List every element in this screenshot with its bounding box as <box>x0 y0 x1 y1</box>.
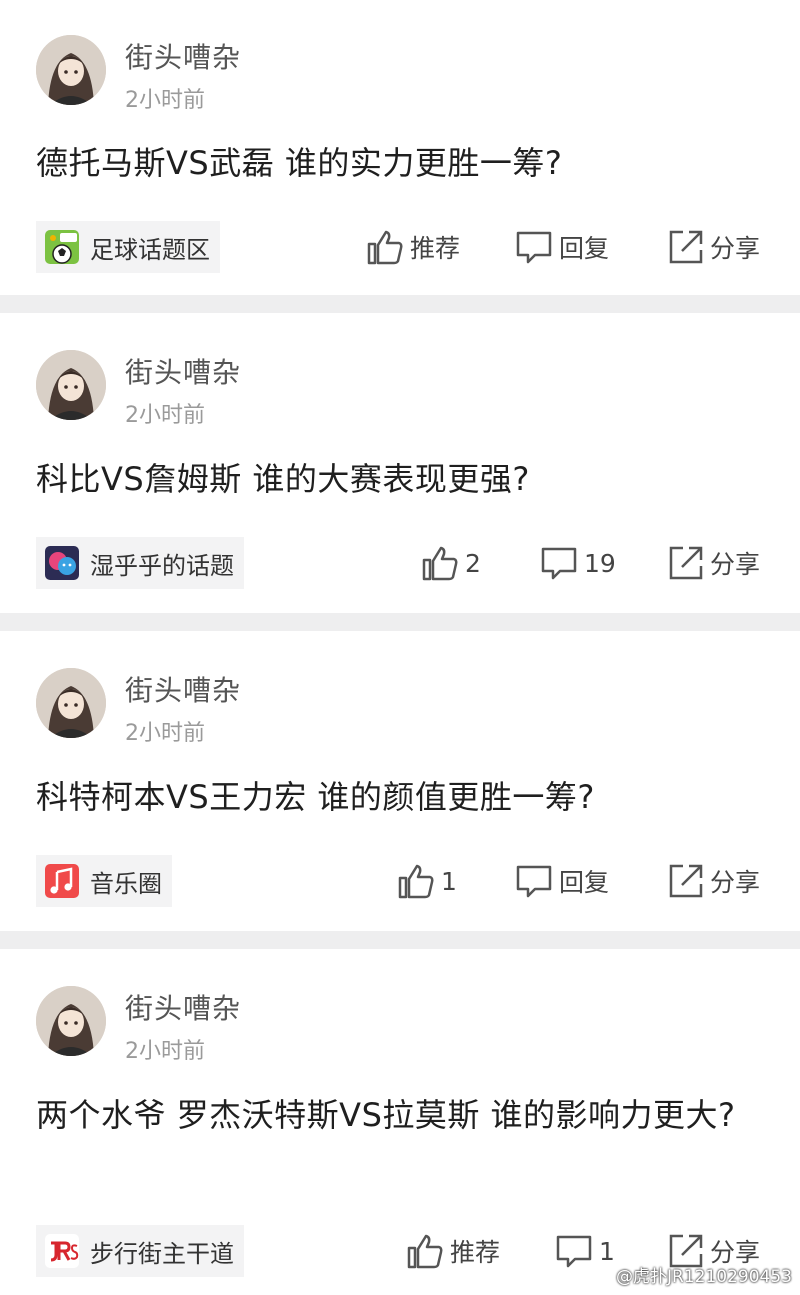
share-icon <box>669 864 703 898</box>
username[interactable]: 街头嘈杂 <box>125 351 241 391</box>
post-time: 2小时前 <box>125 403 205 428</box>
reply-button[interactable]: 1 <box>555 1229 615 1273</box>
music-note-icon <box>45 864 79 898</box>
share-button[interactable]: 分享 <box>668 541 760 585</box>
topic-tag-label: 湿乎乎的话题 <box>90 551 234 580</box>
recommend-label: 推荐 <box>450 1238 501 1267</box>
username[interactable]: 街头嘈杂 <box>125 36 241 76</box>
jrs-logo-icon <box>45 1234 79 1268</box>
post-title[interactable]: 科特柯本VS王力宏 谁的颜值更胜一筹? <box>36 771 766 823</box>
reply-button[interactable]: 回复 <box>515 225 609 269</box>
thumbs-up-icon <box>422 546 458 581</box>
thumbs-up-icon <box>398 864 434 899</box>
reply-label: 回复 <box>559 868 610 897</box>
topic-tag[interactable]: 湿乎乎的话题 <box>36 537 244 589</box>
like-count: 1 <box>441 866 457 896</box>
like-button[interactable]: 2 <box>421 541 481 585</box>
username[interactable]: 街头嘈杂 <box>125 987 241 1027</box>
reply-button[interactable]: 19 <box>540 541 616 585</box>
topic-tag[interactable]: 步行街主干道 <box>36 1225 244 1277</box>
share-label: 分享 <box>710 550 761 579</box>
post-time: 2小时前 <box>125 1039 205 1064</box>
share-button[interactable]: 分享 <box>668 225 760 269</box>
topic-tag[interactable]: 足球话题区 <box>36 221 220 273</box>
share-button[interactable]: 分享 <box>668 859 760 903</box>
topic-tag[interactable]: 音乐圈 <box>36 855 172 907</box>
post-card[interactable]: 街头嘈杂 2小时前 科特柯本VS王力宏 谁的颜值更胜一筹? 音乐圈 1 回复 分… <box>0 631 800 931</box>
share-icon <box>669 546 703 580</box>
avatar[interactable] <box>36 668 106 738</box>
recommend-button[interactable]: 推荐 <box>406 1229 500 1273</box>
reply-label: 回复 <box>559 234 610 263</box>
post-card[interactable]: 街头嘈杂 2小时前 两个水爷 罗杰沃特斯VS拉莫斯 谁的影响力更大? 步行街主干… <box>0 949 800 1295</box>
speech-bubbles-icon <box>45 546 79 580</box>
username[interactable]: 街头嘈杂 <box>125 669 241 709</box>
post-title[interactable]: 两个水爷 罗杰沃特斯VS拉莫斯 谁的影响力更大? <box>36 1089 756 1141</box>
comment-icon <box>516 231 552 264</box>
football-chat-icon <box>45 230 79 264</box>
post-separator <box>0 931 800 949</box>
like-button[interactable]: 1 <box>397 859 457 903</box>
reply-count: 1 <box>599 1236 615 1266</box>
topic-tag-label: 音乐圈 <box>90 869 162 898</box>
share-label: 分享 <box>710 868 761 897</box>
topic-tag-label: 足球话题区 <box>90 235 210 264</box>
post-card[interactable]: 街头嘈杂 2小时前 科比VS詹姆斯 谁的大赛表现更强? 湿乎乎的话题 2 19 <box>0 313 800 613</box>
comment-icon <box>556 1235 592 1268</box>
avatar[interactable] <box>36 986 106 1056</box>
watermark: @虎扑JR1210290453 <box>616 1267 792 1287</box>
post-title[interactable]: 德托马斯VS武磊 谁的实力更胜一筹? <box>36 137 766 189</box>
post-title[interactable]: 科比VS詹姆斯 谁的大赛表现更强? <box>36 453 766 505</box>
share-label: 分享 <box>710 234 761 263</box>
comment-icon <box>516 865 552 898</box>
avatar[interactable] <box>36 350 106 420</box>
post-time: 2小时前 <box>125 721 205 746</box>
reply-button[interactable]: 回复 <box>515 859 609 903</box>
share-icon <box>669 230 703 264</box>
avatar[interactable] <box>36 35 106 105</box>
thumbs-up-icon <box>407 1234 443 1269</box>
reply-count: 19 <box>584 548 616 578</box>
thumbs-up-icon <box>367 230 403 265</box>
post-separator <box>0 295 800 313</box>
post-feed: 街头嘈杂 2小时前 德托马斯VS武磊 谁的实力更胜一筹? 足球话题区 推荐 回复 <box>0 0 800 1295</box>
recommend-label: 推荐 <box>410 234 461 263</box>
topic-tag-label: 步行街主干道 <box>90 1239 234 1268</box>
comment-icon <box>541 547 577 580</box>
post-card[interactable]: 街头嘈杂 2小时前 德托马斯VS武磊 谁的实力更胜一筹? 足球话题区 推荐 回复 <box>0 0 800 295</box>
post-time: 2小时前 <box>125 88 205 113</box>
like-count: 2 <box>465 548 481 578</box>
recommend-button[interactable]: 推荐 <box>366 225 460 269</box>
post-separator <box>0 613 800 631</box>
